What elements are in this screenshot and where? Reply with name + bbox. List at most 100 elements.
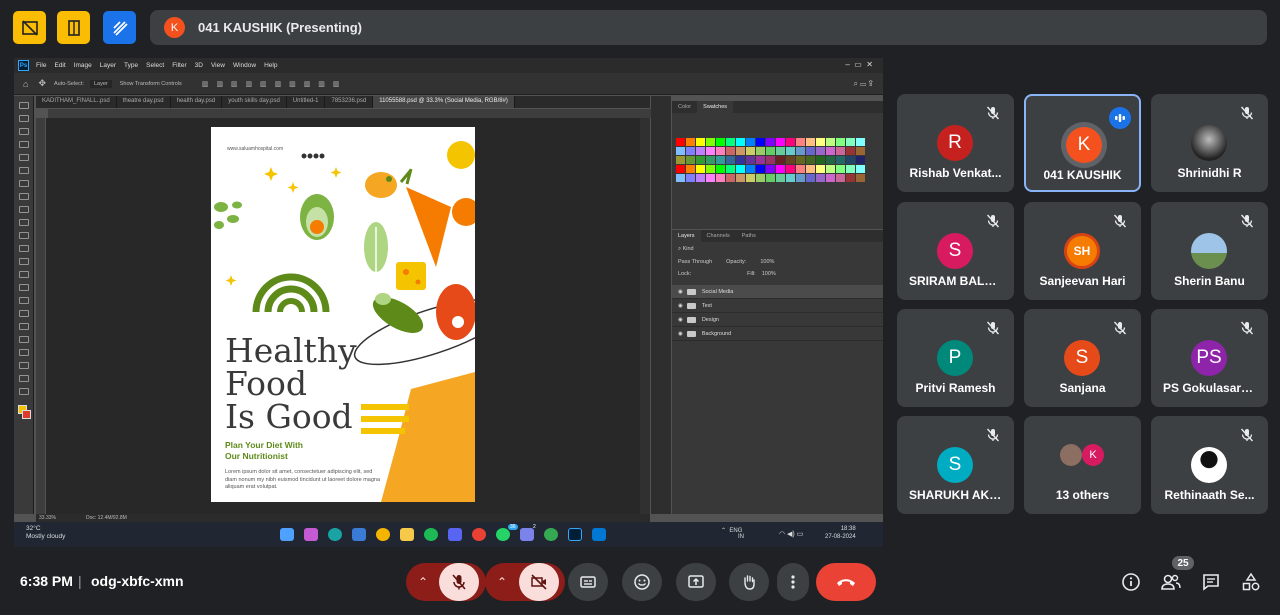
panel-icons-strip[interactable]: [651, 96, 671, 514]
swatch[interactable]: [756, 174, 765, 182]
chat-button[interactable]: [1200, 571, 1222, 593]
auto-select-label[interactable]: Auto-Select:: [54, 81, 84, 87]
layer-row[interactable]: ◉ Background: [672, 327, 883, 341]
swatch[interactable]: [786, 138, 795, 146]
tab-layers[interactable]: Layers: [672, 230, 701, 242]
swatch[interactable]: [806, 165, 815, 173]
swatch[interactable]: [696, 156, 705, 164]
layer-row[interactable]: ◉ Design: [672, 313, 883, 327]
swatch[interactable]: [716, 147, 725, 155]
swatch[interactable]: [726, 138, 735, 146]
swatch[interactable]: [816, 174, 825, 182]
meeting-details-button[interactable]: [1120, 571, 1142, 593]
swatch[interactable]: [766, 165, 775, 173]
swatch[interactable]: [796, 138, 805, 146]
weather-widget[interactable]: 32°C Mostly cloudy: [26, 525, 65, 541]
swatch[interactable]: [856, 138, 865, 146]
discord-icon[interactable]: [448, 528, 462, 541]
swatch[interactable]: [806, 174, 815, 182]
chrome-canary-icon[interactable]: [376, 528, 390, 541]
doc-tab[interactable]: theatre day.psd: [117, 96, 171, 108]
chrome-profile-icon[interactable]: [544, 528, 558, 541]
leave-call-button[interactable]: [816, 563, 876, 601]
swatch[interactable]: [786, 165, 795, 173]
swatch[interactable]: [756, 138, 765, 146]
system-tray[interactable]: ⌃ ENG IN: [721, 527, 744, 540]
swatch[interactable]: [716, 174, 725, 182]
menu-select[interactable]: Select: [146, 62, 164, 69]
swatch[interactable]: [786, 156, 795, 164]
file-explorer-icon[interactable]: [400, 528, 414, 541]
swatch[interactable]: [746, 138, 755, 146]
edge-icon[interactable]: [328, 528, 342, 541]
canvas-scrollbar[interactable]: [640, 118, 650, 514]
participant-tile[interactable]: Rethinaath Se...: [1151, 416, 1268, 514]
swatch[interactable]: [796, 156, 805, 164]
swatch[interactable]: [836, 147, 845, 155]
participant-tile[interactable]: P Pritvi Ramesh: [897, 309, 1014, 407]
swatch[interactable]: [776, 138, 785, 146]
vscode-icon[interactable]: [592, 528, 606, 541]
tools-panel[interactable]: [14, 96, 34, 514]
companion-mode-button[interactable]: [57, 11, 90, 44]
opacity-value[interactable]: 100%: [760, 259, 774, 265]
swatch[interactable]: [706, 147, 715, 155]
menu-edit[interactable]: Edit: [54, 62, 65, 69]
fill-value[interactable]: 100%: [762, 271, 776, 277]
swatch[interactable]: [736, 138, 745, 146]
swatch[interactable]: [746, 165, 755, 173]
doc-tab[interactable]: health day.psd: [171, 96, 223, 108]
swatch[interactable]: [856, 147, 865, 155]
tab-paths[interactable]: Paths: [736, 230, 762, 242]
present-screen-button[interactable]: [676, 563, 716, 601]
doc-tab[interactable]: youth skills day.psd: [222, 96, 287, 108]
swatch[interactable]: [676, 147, 685, 155]
swatch[interactable]: [826, 174, 835, 182]
captions-button[interactable]: [568, 563, 608, 601]
swatch-grid[interactable]: [676, 138, 865, 182]
hide-self-view-button[interactable]: [13, 11, 46, 44]
swatch[interactable]: [846, 165, 855, 173]
swatch[interactable]: [836, 156, 845, 164]
tab-channels[interactable]: Channels: [701, 230, 736, 242]
swatch[interactable]: [836, 165, 845, 173]
swatch[interactable]: [726, 147, 735, 155]
swatch[interactable]: [686, 174, 695, 182]
swatch[interactable]: [776, 156, 785, 164]
swatch[interactable]: [706, 174, 715, 182]
blend-mode-select[interactable]: Pass Through: [678, 259, 712, 265]
move-tool-icon[interactable]: ✥: [38, 78, 46, 89]
activities-button[interactable]: [103, 11, 136, 44]
participant-tile[interactable]: K 13 others: [1024, 416, 1141, 514]
people-button[interactable]: [1160, 571, 1182, 593]
swatch[interactable]: [786, 174, 795, 182]
layer-row[interactable]: ◉ Social Media: [672, 285, 883, 299]
swatch[interactable]: [806, 147, 815, 155]
spotify-icon[interactable]: [424, 528, 438, 541]
swatch[interactable]: [786, 147, 795, 155]
swatch[interactable]: [826, 147, 835, 155]
swatch[interactable]: [816, 147, 825, 155]
swatch[interactable]: [816, 138, 825, 146]
wifi-sound-battery-icons[interactable]: ◠ ◀) ▭: [779, 530, 803, 538]
swatch[interactable]: [756, 147, 765, 155]
layer-filter-kind[interactable]: ⌕ Kind: [672, 242, 883, 257]
swatch[interactable]: [766, 156, 775, 164]
eye-icon[interactable]: ◉: [678, 289, 683, 295]
participant-tile[interactable]: Sherin Banu: [1151, 202, 1268, 300]
background-color-swatch[interactable]: [22, 410, 31, 419]
swatch[interactable]: [776, 147, 785, 155]
swatch[interactable]: [766, 138, 775, 146]
swatch[interactable]: [686, 165, 695, 173]
menu-window[interactable]: Window: [233, 62, 256, 69]
swatch[interactable]: [746, 156, 755, 164]
swatch[interactable]: [776, 165, 785, 173]
eye-icon[interactable]: ◉: [678, 317, 683, 323]
swatch[interactable]: [826, 156, 835, 164]
swatch[interactable]: [676, 138, 685, 146]
menu-view[interactable]: View: [211, 62, 225, 69]
swatch[interactable]: [836, 174, 845, 182]
swatch[interactable]: [696, 174, 705, 182]
swatch[interactable]: [686, 138, 695, 146]
menu-3d[interactable]: 3D: [195, 62, 203, 69]
